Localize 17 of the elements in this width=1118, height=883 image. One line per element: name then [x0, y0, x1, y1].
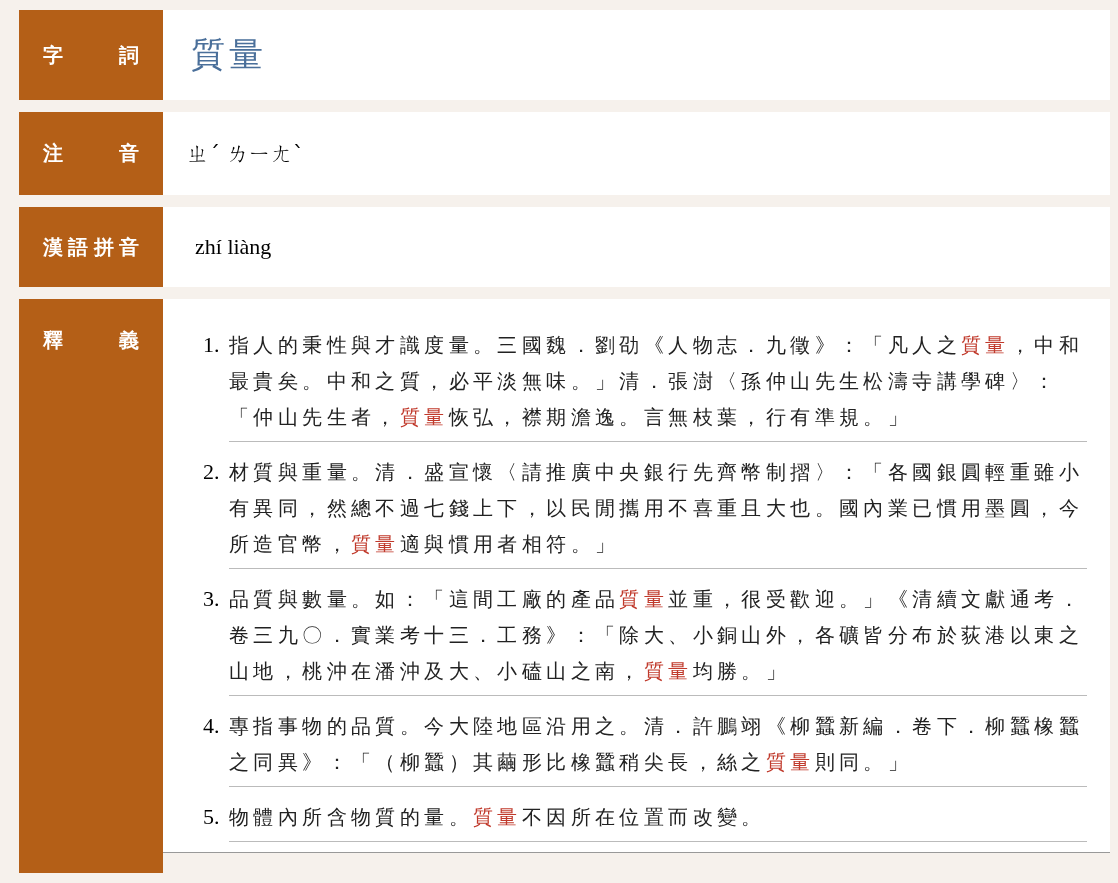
item-number: 2. — [203, 458, 220, 486]
item-number: 4. — [203, 712, 220, 740]
definition-text: 物體內所含物質的量。質量 不因所在位置而改變。 — [229, 805, 766, 830]
row-label: 釋義 — [43, 327, 139, 354]
definition-text: 專指事物的品質。今大陸地區沿用之。清．許鵬翊《柳蠶新編．卷下．柳蠶橡蠶之同異》：「（柳蠶）其繭形比橡蠶稍尖長，絲之 質量 則同。」 — [229, 714, 1084, 775]
zhuyin-text: ㄓˊ ㄌㄧㄤˋ — [187, 139, 304, 168]
item-number: 1. — [203, 331, 220, 359]
row-label: 漢語拼音 — [43, 233, 139, 261]
headword: 質量 — [191, 35, 267, 75]
definition-text: 材質與重量。清．盛宣懷〈請推廣中央銀行先齊幣制摺〉：「各國銀圓輕重雖小有異同，然總不過七錢上下，以民閒攜用不喜重且大也。國內業已慣用墨圓，今所造官幣，質量 適與慣用者相符。」 — [229, 460, 1084, 557]
definition-text: 指人的秉性與才識度量。三國魏．劉劭《人物志．九徵》：「凡人之 質量，中和最貴矣。中和之質，必平淡無味。」清．張澍〈孫仲山先生松濤寺講學碑〉：「仲山先生者，質量 恢弘，襟期澹逸。言無枝葉，行有準規。」 — [229, 333, 1084, 430]
row-label: 字詞 — [43, 41, 139, 69]
row-label: 注音 — [43, 140, 139, 167]
item-number: 3. — [203, 585, 220, 613]
pinyin-text: zhí liàng — [194, 234, 272, 260]
definition-text: 品質與數量。如：「這間工廠的產品 質量 並重，很受歡迎。」《清續文獻通考．卷三九〇．實業考十三．工務》：「除大、小銅山外，各礦皆分布於荻港以東之山地，桃沖在潘沖及大、小磕山之南，質量 均勝。」 — [229, 587, 1085, 684]
item-number: 5. — [203, 803, 220, 831]
